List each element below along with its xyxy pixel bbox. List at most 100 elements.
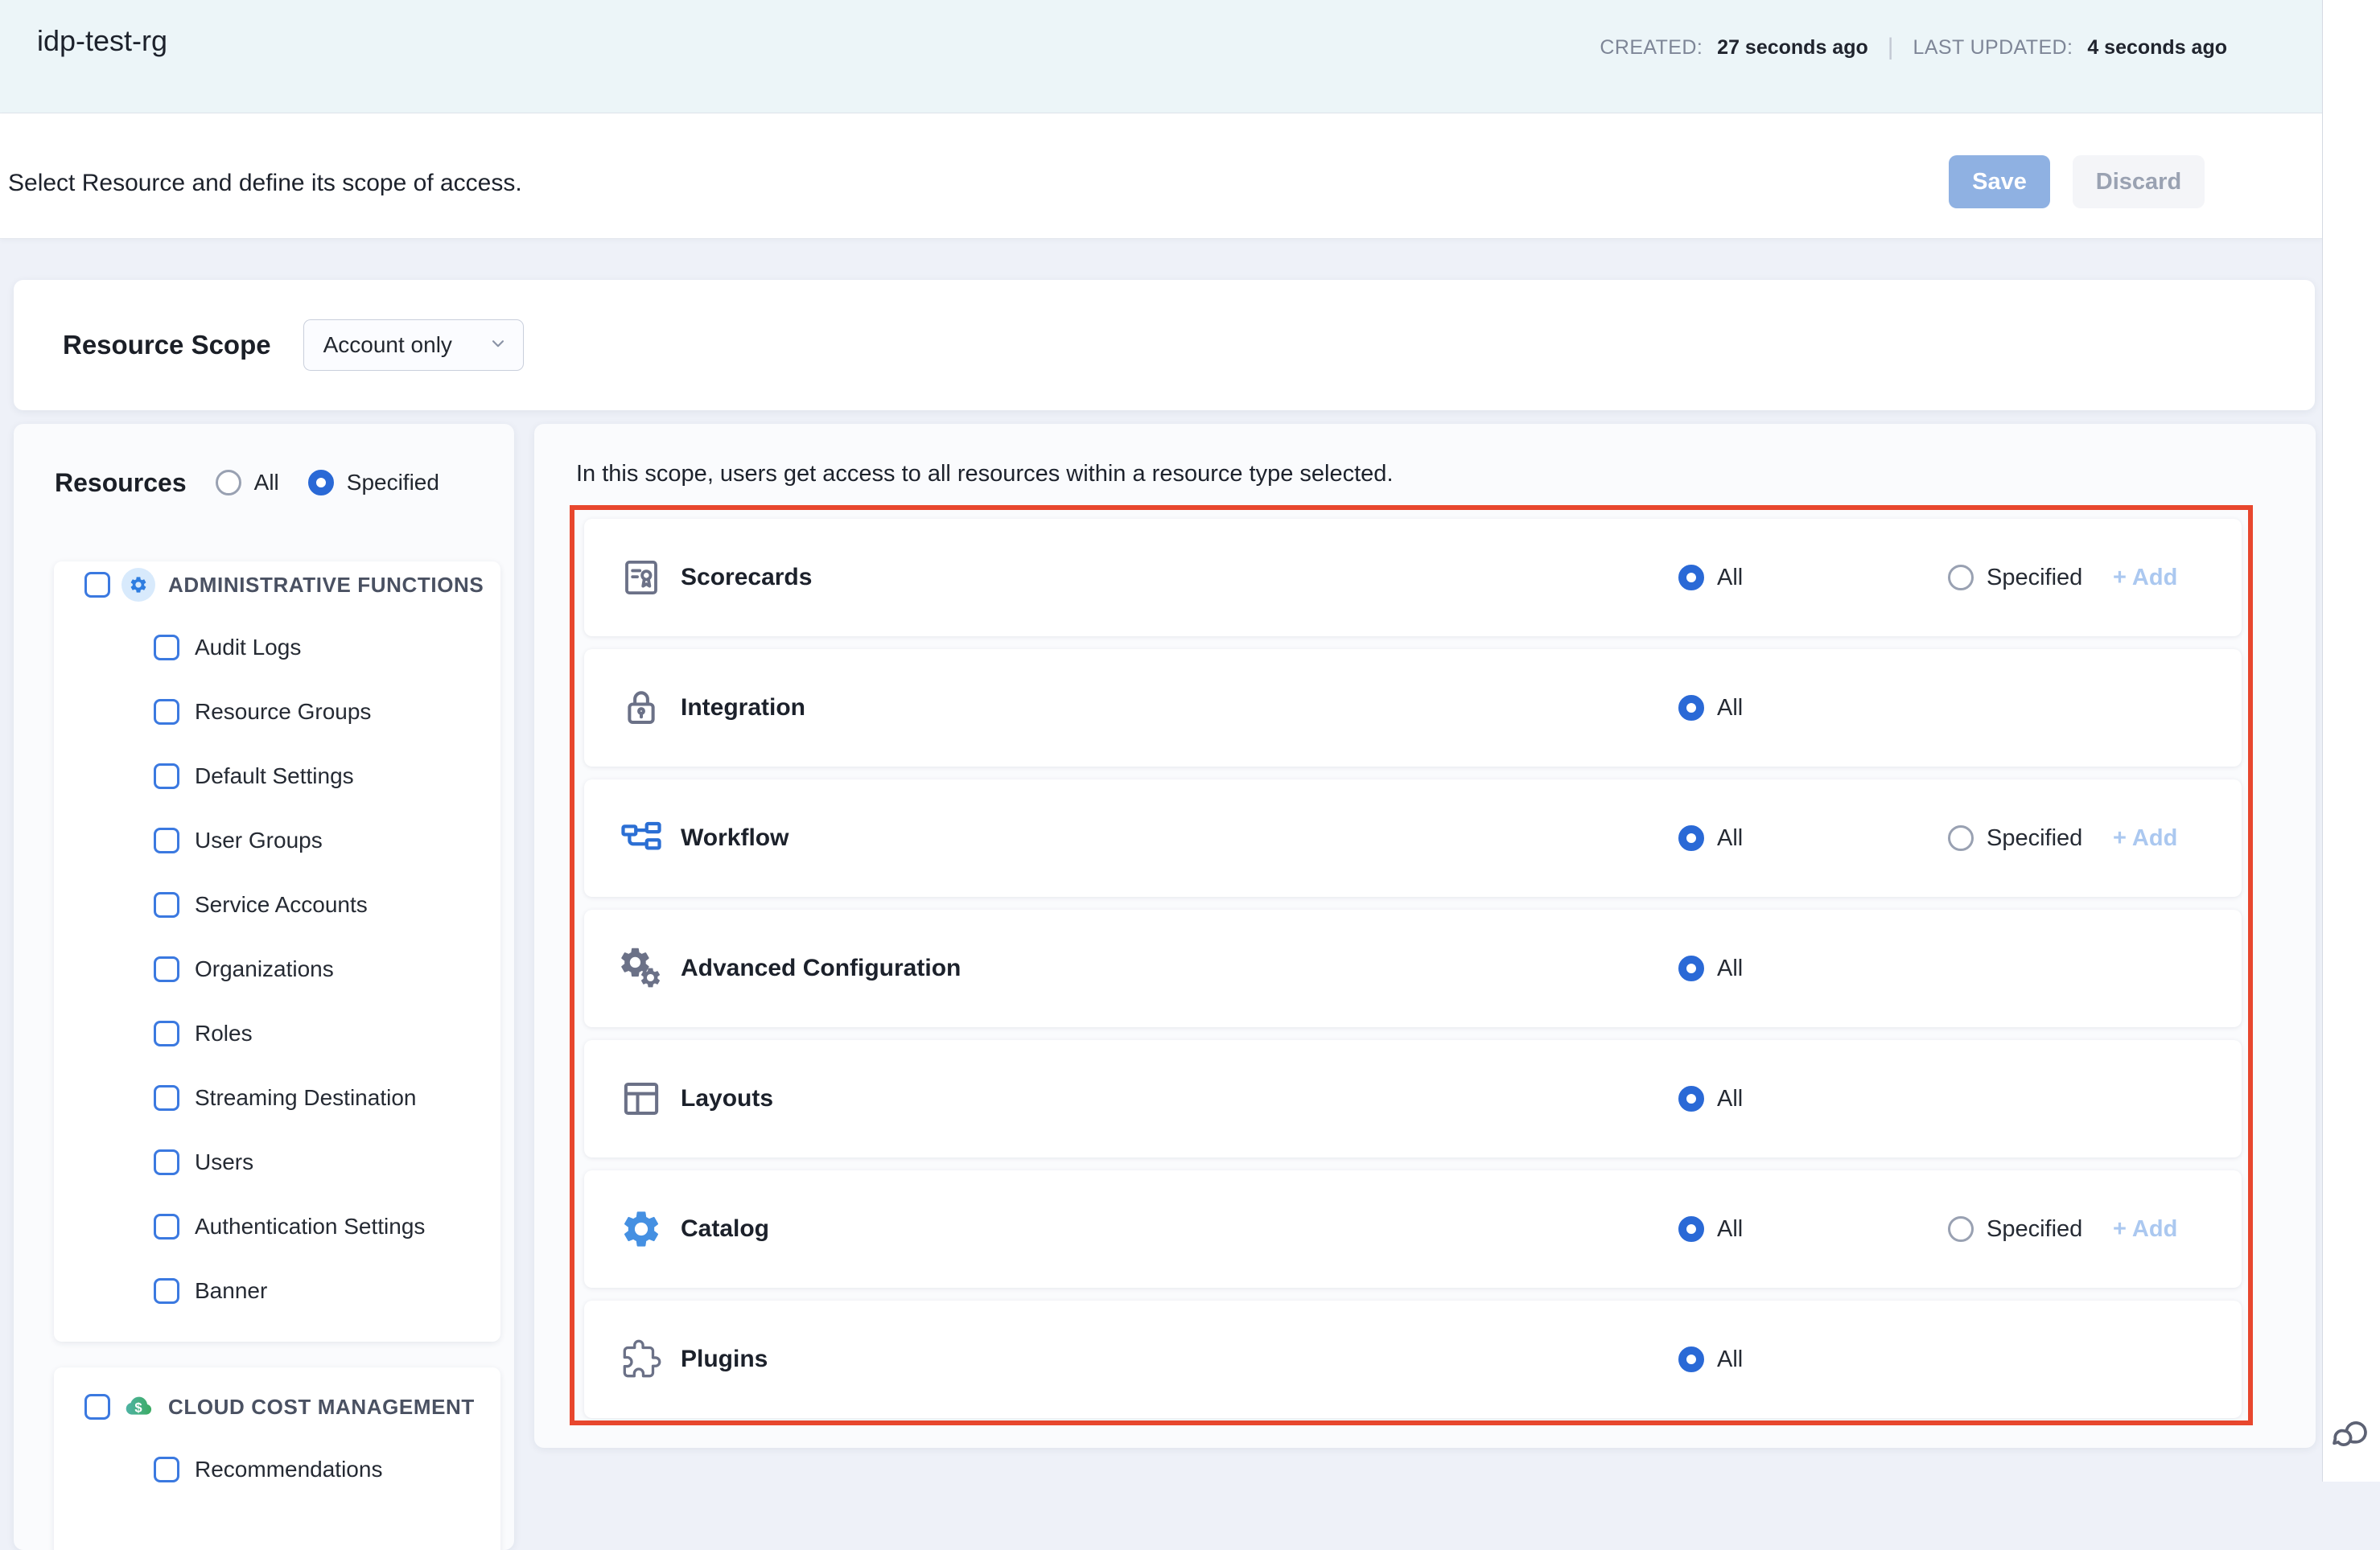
row-option-all[interactable]: All: [1678, 1346, 1743, 1373]
group-label: CLOUD COST MANAGEMENT: [168, 1395, 475, 1420]
save-button[interactable]: Save: [1949, 155, 2050, 208]
resource-type-row: Scorecards All Specified + Add: [584, 519, 2242, 636]
workflow-icon: [620, 816, 663, 860]
row-all-label: All: [1717, 956, 1743, 982]
list-item[interactable]: Audit Logs: [54, 615, 500, 680]
checkbox[interactable]: [154, 1457, 179, 1482]
radio-specified-icon[interactable]: [1948, 1216, 1974, 1242]
checkbox-item-label: Service Accounts: [195, 892, 368, 918]
checkbox[interactable]: [154, 1278, 179, 1304]
scorecard-icon: [620, 556, 663, 599]
resource-type-row: Advanced Configuration All: [584, 910, 2242, 1027]
add-button[interactable]: + Add: [2113, 565, 2177, 591]
add-button[interactable]: + Add: [2113, 1216, 2177, 1243]
row-all-label: All: [1717, 1086, 1743, 1112]
resource-type-row: Integration All: [584, 649, 2242, 767]
radio-all-icon[interactable]: [1678, 956, 1704, 981]
resource-group-header: ADMINISTRATIVE FUNCTIONS: [54, 568, 500, 602]
list-item[interactable]: Service Accounts: [54, 873, 500, 937]
checkbox[interactable]: [154, 1021, 179, 1046]
radio-all-icon[interactable]: [216, 470, 241, 495]
row-specified-label: Specified: [1987, 1216, 2082, 1243]
resource-scope-card: Resource Scope Account only: [14, 280, 2315, 410]
chat-bubbles-icon[interactable]: [2329, 1412, 2374, 1457]
toolbar: Select Resource and define its scope of …: [0, 113, 2322, 239]
radio-all-icon[interactable]: [1678, 1216, 1704, 1242]
radio-all-icon[interactable]: [1678, 1086, 1704, 1112]
list-item[interactable]: Users: [54, 1130, 500, 1194]
toolbar-description: Select Resource and define its scope of …: [8, 170, 522, 197]
puzzle-icon: [620, 1338, 663, 1381]
list-item[interactable]: User Groups: [54, 808, 500, 873]
list-item[interactable]: Recommendations: [54, 1437, 500, 1502]
resource-row-label: Plugins: [681, 1346, 768, 1373]
checkbox[interactable]: [154, 892, 179, 918]
group-checkbox[interactable]: [84, 572, 110, 598]
list-item[interactable]: Resource Groups: [54, 680, 500, 744]
radio-specified-icon[interactable]: [308, 470, 334, 495]
row-option-all[interactable]: All: [1678, 1216, 1743, 1243]
row-option-all[interactable]: All: [1678, 956, 1743, 982]
row-option-all[interactable]: All: [1678, 1086, 1743, 1112]
group-items: Recommendations: [54, 1424, 500, 1520]
resources-option-specified-label: Specified: [347, 470, 439, 495]
radio-all-icon[interactable]: [1678, 695, 1704, 721]
group-checkbox[interactable]: [84, 1394, 110, 1420]
resource-type-row: Catalog All Specified + Add: [584, 1170, 2242, 1288]
row-option-all[interactable]: All: [1678, 695, 1743, 722]
page: { "header": { "title": "idp-test-rg", "c…: [0, 0, 2380, 1482]
checkbox[interactable]: [154, 956, 179, 982]
resources-option-specified[interactable]: Specified: [308, 470, 439, 495]
header-meta: CREATED: 27 seconds ago | LAST UPDATED: …: [1600, 34, 2227, 61]
radio-specified-icon[interactable]: [1948, 825, 1974, 851]
add-button[interactable]: + Add: [2113, 825, 2177, 852]
checkbox-item-label: Organizations: [195, 956, 334, 982]
row-specified-label: Specified: [1987, 565, 2082, 591]
created-value: 27 seconds ago: [1717, 36, 1868, 60]
checkbox[interactable]: [154, 1214, 179, 1240]
radio-all-icon[interactable]: [1678, 1346, 1704, 1372]
radio-specified-icon[interactable]: [1948, 565, 1974, 590]
radio-all-icon[interactable]: [1678, 825, 1704, 851]
checkbox[interactable]: [154, 828, 179, 853]
resources-option-all-label: All: [254, 470, 279, 495]
row-option-all[interactable]: All: [1678, 825, 1743, 852]
list-item[interactable]: Banner: [54, 1259, 500, 1323]
row-option-specified[interactable]: Specified: [1948, 1216, 2082, 1243]
resource-group-header: $ CLOUD COST MANAGEMENT: [54, 1390, 500, 1424]
row-specified-label: Specified: [1987, 825, 2082, 852]
checkbox[interactable]: [154, 763, 179, 789]
resource-row-label: Catalog: [681, 1215, 769, 1243]
resource-scope-dropdown[interactable]: Account only: [303, 319, 524, 371]
row-all-label: All: [1717, 825, 1743, 852]
updated-value: 4 seconds ago: [2087, 36, 2227, 60]
catalog-icon: [620, 1207, 663, 1251]
checkbox-item-label: Recommendations: [195, 1457, 382, 1482]
lock-icon: [620, 686, 663, 730]
row-all-label: All: [1717, 695, 1743, 722]
resource-scope-label: Resource Scope: [63, 330, 271, 360]
radio-all-icon[interactable]: [1678, 565, 1704, 590]
checkbox[interactable]: [154, 699, 179, 725]
resource-type-row: Workflow All Specified + Add: [584, 779, 2242, 897]
checkbox[interactable]: [154, 635, 179, 660]
list-item[interactable]: Organizations: [54, 937, 500, 1001]
list-item[interactable]: Roles: [54, 1001, 500, 1066]
list-item[interactable]: Default Settings: [54, 744, 500, 808]
checkbox[interactable]: [154, 1149, 179, 1175]
row-option-specified[interactable]: Specified: [1948, 565, 2082, 591]
row-all-label: All: [1717, 565, 1743, 591]
discard-button[interactable]: Discard: [2073, 155, 2205, 208]
list-item[interactable]: Authentication Settings: [54, 1194, 500, 1259]
resource-scope-value: Account only: [323, 332, 452, 358]
meta-divider: |: [1883, 34, 1899, 61]
row-all-label: All: [1717, 1216, 1743, 1243]
resource-group-card: $ CLOUD COST MANAGEMENT Recommendations: [54, 1367, 500, 1550]
row-option-all[interactable]: All: [1678, 565, 1743, 591]
svg-text:$: $: [134, 1400, 142, 1415]
created-label: CREATED:: [1600, 36, 1703, 60]
resources-option-all[interactable]: All: [216, 470, 279, 495]
row-option-specified[interactable]: Specified: [1948, 825, 2082, 852]
checkbox[interactable]: [154, 1085, 179, 1111]
list-item[interactable]: Streaming Destination: [54, 1066, 500, 1130]
